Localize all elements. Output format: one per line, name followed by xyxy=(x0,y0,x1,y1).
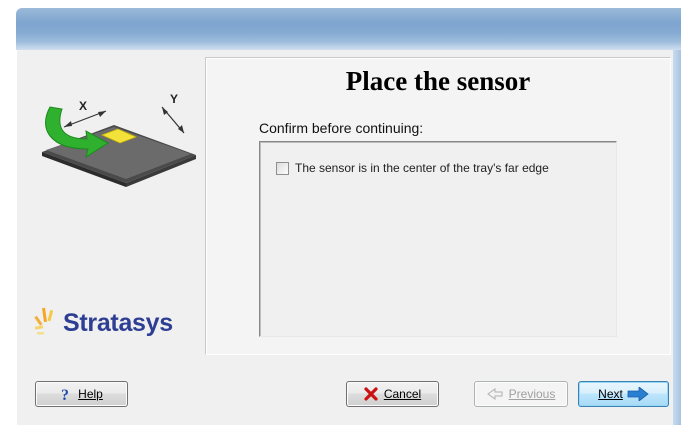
logo-text: Stratasys xyxy=(63,308,173,337)
previous-button-label: Previous xyxy=(508,387,556,401)
question-icon: ? xyxy=(60,386,72,402)
cancel-button-label: Cancel xyxy=(383,387,422,401)
stratasys-logo: Stratasys xyxy=(33,305,173,341)
tray-sensor-illustration: X Y xyxy=(42,92,196,187)
confirm-prompt: Confirm before continuing: xyxy=(259,120,424,136)
checklist-box: The sensor is in the center of the tray'… xyxy=(259,141,617,337)
checklist-item-label[interactable]: The sensor is in the center of the tray'… xyxy=(295,161,549,175)
red-x-icon xyxy=(364,387,378,401)
window-titlebar[interactable] xyxy=(16,8,681,50)
left-arrow-icon xyxy=(486,388,503,400)
svg-text:?: ? xyxy=(61,387,69,402)
page-title: Place the sensor xyxy=(345,66,531,96)
window-frame-right xyxy=(673,50,681,425)
stratasys-logo-mark-icon xyxy=(34,307,54,335)
previous-button[interactable]: Previous xyxy=(474,381,568,407)
help-button-label: Help xyxy=(78,387,103,401)
next-button-label: Next xyxy=(598,387,623,401)
help-button[interactable]: ? Help xyxy=(35,381,128,407)
next-button[interactable]: Next xyxy=(578,381,669,407)
right-arrow-icon xyxy=(627,387,649,401)
sensor-center-checkbox[interactable] xyxy=(276,161,289,175)
cancel-button[interactable]: Cancel xyxy=(346,381,439,407)
x-axis-label: X xyxy=(79,99,87,113)
y-axis-label: Y xyxy=(170,92,178,106)
checklist-item[interactable]: The sensor is in the center of the tray'… xyxy=(276,161,549,175)
